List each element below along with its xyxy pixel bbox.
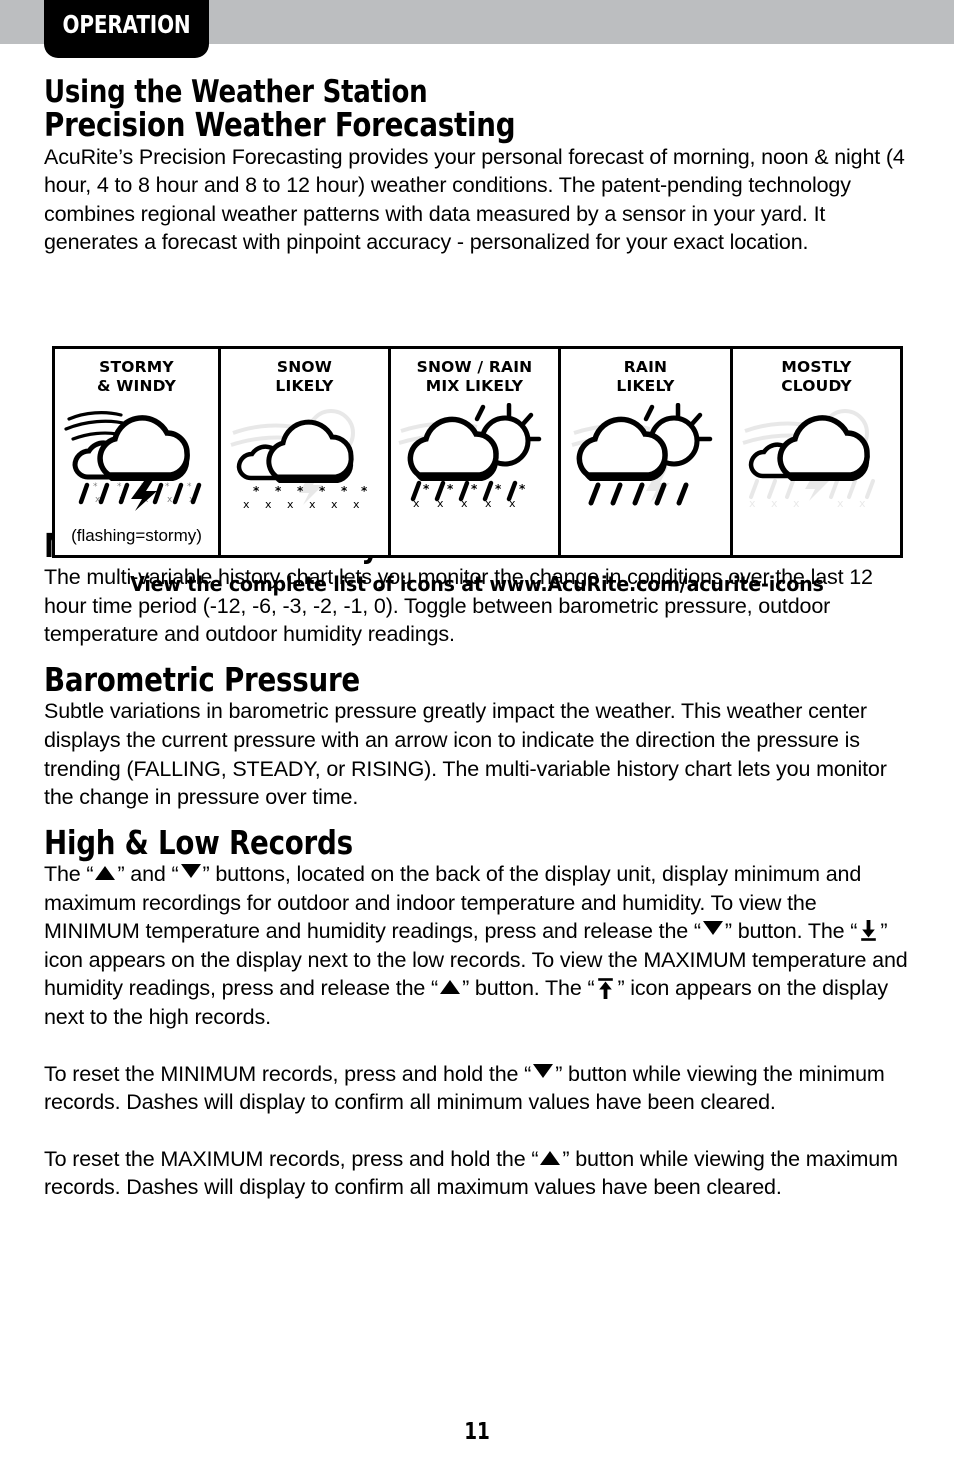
svg-text:*: *	[165, 482, 170, 492]
svg-text:x: x	[353, 498, 360, 511]
paragraph-reset-maximum: To reset the MAXIMUM records, press and …	[44, 1145, 910, 1202]
forecast-icon-table: STORMY & WINDY * * * * x x (flashing=sto…	[52, 346, 903, 558]
forecast-cell-rain-likely: RAIN LIKELY	[561, 349, 733, 555]
svg-text:x: x	[437, 497, 444, 510]
triangle-down-icon	[533, 1063, 554, 1078]
paragraph-precision-forecasting: AcuRite’s Precision Forecasting provides…	[44, 144, 905, 255]
svg-text:x: x	[837, 497, 844, 510]
svg-text:x: x	[509, 497, 516, 510]
rain-likely-icon	[561, 403, 730, 513]
forecast-label: SNOW / RAIN MIX LIKELY	[416, 358, 533, 395]
arrow-up-to-line-icon	[597, 977, 614, 1000]
svg-text:x: x	[771, 497, 778, 510]
forecast-label: RAIN LIKELY	[616, 358, 675, 395]
svg-text:*: *	[495, 482, 502, 496]
forecast-label: STORMY & WINDY	[96, 358, 177, 395]
heading-high-low-records: High & Low Records	[44, 822, 353, 862]
svg-text:x: x	[413, 497, 420, 510]
forecast-cell-snow-rain-mix-likely: SNOW / RAIN MIX LIKELY * * * * * x x x x…	[391, 349, 561, 555]
svg-text:*: *	[447, 482, 454, 496]
svg-text:*: *	[297, 484, 304, 498]
heading-barometric-pressure: Barometric Pressure	[44, 660, 360, 700]
svg-text:*: *	[253, 484, 260, 498]
svg-text:x: x	[309, 498, 316, 511]
icons-link-line: View the complete list of icons at www.A…	[44, 572, 910, 596]
reset-max-text-1: To reset the MAXIMUM records, press and …	[44, 1146, 539, 1171]
svg-text:*: *	[117, 482, 122, 492]
section-tab-operation: OPERATION	[44, 0, 209, 58]
paragraph-barometric-pressure: Subtle variations in barometric pressure…	[44, 699, 887, 810]
svg-text:x: x	[243, 498, 250, 511]
page-number: 11	[464, 1419, 490, 1445]
snow-likely-icon: * * * * * * x x x x x x	[221, 403, 388, 513]
triangle-up-icon	[540, 1150, 561, 1165]
records-text-1: The “	[44, 862, 94, 887]
forecast-label: MOSTLY CLOUDY	[781, 358, 852, 395]
svg-text:*: *	[319, 484, 326, 498]
heading-precision-weather-forecasting: Precision Weather Forecasting	[44, 105, 516, 145]
section-tab-label: OPERATION	[62, 10, 191, 39]
svg-text:*: *	[275, 484, 282, 498]
records-text-4: ” button. The “	[724, 919, 858, 944]
document-page: OPERATION Using the Weather Station Prec…	[0, 0, 954, 1475]
triangle-down-icon	[180, 864, 201, 879]
forecast-cell-mostly-cloudy: MOSTLY CLOUDY x x x x x	[733, 349, 900, 555]
triangle-down-icon	[702, 921, 723, 936]
forecast-cell-stormy-windy: STORMY & WINDY * * * * x x (flashing=sto…	[55, 349, 221, 555]
svg-text:*: *	[361, 484, 368, 498]
svg-text:*: *	[519, 482, 526, 496]
paragraph-reset-minimum: To reset the MINIMUM records, press and …	[44, 1060, 910, 1117]
arrow-down-to-line-icon	[860, 920, 877, 942]
svg-text:*: *	[93, 482, 98, 492]
svg-text:x: x	[793, 497, 800, 510]
svg-text:x: x	[287, 498, 294, 511]
svg-text:*: *	[341, 484, 348, 498]
svg-text:*: *	[471, 482, 478, 496]
svg-text:x: x	[749, 497, 756, 510]
svg-text:x: x	[485, 497, 492, 510]
svg-text:x: x	[859, 497, 866, 510]
content-column: Using the Weather Station Precision Weat…	[44, 76, 910, 1202]
svg-text:*: *	[187, 482, 192, 492]
svg-text:*: *	[423, 482, 430, 496]
records-text-2: ” and “	[117, 862, 179, 887]
svg-text:x: x	[265, 498, 272, 511]
paragraph-records-usage: The “” and “” buttons, located on the ba…	[44, 860, 910, 1032]
forecast-cell-snow-likely: SNOW LIKELY * * * * * * x x x x x x	[221, 349, 391, 555]
stormy-windy-icon: *** ** xxx xx	[55, 403, 218, 513]
forecast-note-flashing: (flashing=stormy)	[71, 526, 202, 545]
forecast-label: SNOW LIKELY	[275, 358, 334, 395]
icons-link-text: View the complete list of icons at www.A…	[130, 572, 824, 596]
reset-min-text-1: To reset the MINIMUM records, press and …	[44, 1061, 532, 1086]
triangle-up-icon	[95, 866, 116, 881]
records-text-6: ” button. The “	[462, 976, 595, 1001]
mostly-cloudy-icon: xxx xx	[733, 403, 900, 513]
triangle-up-icon	[440, 980, 461, 995]
page-title: Using the Weather Station	[44, 74, 428, 110]
svg-text:x: x	[461, 497, 468, 510]
svg-text:x: x	[331, 498, 338, 511]
svg-text:x: x	[167, 495, 173, 505]
snow-rain-mix-likely-icon: * * * * * x x x x x	[391, 403, 558, 513]
